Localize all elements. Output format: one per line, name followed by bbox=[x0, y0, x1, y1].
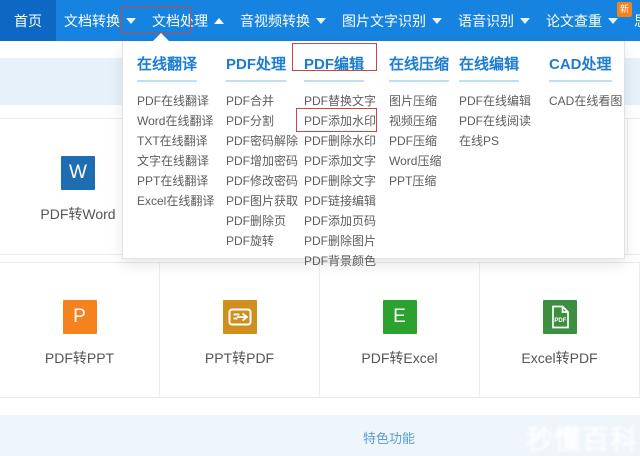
chevron-down-icon bbox=[126, 18, 136, 24]
nav-item-doc-convert[interactable]: 文档转换 bbox=[56, 0, 144, 41]
card-label: Excel转PDF bbox=[521, 348, 597, 368]
menu-item[interactable]: PDF在线翻译 bbox=[137, 91, 226, 111]
doc-process-dropdown-menu: 在线翻译 PDF在线翻译 Word在线翻译 TXT在线翻译 文字在线翻译 PPT… bbox=[122, 41, 625, 259]
ppt-file-icon: P bbox=[63, 300, 97, 334]
nav-item-label: 首页 bbox=[14, 11, 42, 31]
menu-column-online-compress: 在线压缩 图片压缩 视频压缩 PDF压缩 Word压缩 PPT压缩 bbox=[389, 53, 459, 258]
nav-item-label: 音视频转换 bbox=[240, 11, 310, 31]
top-navigation-bar: 首页 文档转换 文档处理 音视频转换 图片文字识别 语音识别 论文查重 新 思维 bbox=[0, 0, 640, 41]
menu-item[interactable]: Word在线翻译 bbox=[137, 111, 226, 131]
menu-column-pdf-edit: PDF编辑 PDF替换文字 PDF添加水印 PDF删除水印 PDF添加文字 PD… bbox=[304, 53, 389, 258]
icon-letter: P bbox=[73, 306, 86, 328]
chevron-down-icon bbox=[316, 18, 326, 24]
menu-item[interactable]: PDF背景颜色 bbox=[304, 251, 389, 271]
chevron-down-icon bbox=[608, 18, 618, 24]
menu-item[interactable]: PDF图片获取 bbox=[226, 191, 304, 211]
menu-item[interactable]: Excel在线翻译 bbox=[137, 191, 226, 211]
menu-column-header: PDF编辑 bbox=[304, 53, 389, 82]
menu-item[interactable]: PDF添加页码 bbox=[304, 211, 389, 231]
menu-item[interactable]: 视频压缩 bbox=[389, 111, 459, 131]
menu-item[interactable]: PDF增加密码 bbox=[226, 151, 304, 171]
menu-column-pdf-process: PDF处理 PDF合并 PDF分割 PDF密码解除 PDF增加密码 PDF修改密… bbox=[226, 53, 304, 258]
menu-item[interactable]: PDF添加文字 bbox=[304, 151, 389, 171]
menu-column-online-translate: 在线翻译 PDF在线翻译 Word在线翻译 TXT在线翻译 文字在线翻译 PPT… bbox=[137, 53, 226, 258]
menu-item[interactable]: PPT在线翻译 bbox=[137, 171, 226, 191]
pdf-doc-icon: PDF bbox=[543, 300, 577, 334]
footer-band bbox=[0, 415, 640, 456]
menu-item[interactable]: PDF合并 bbox=[226, 91, 304, 111]
menu-column-online-edit: 在线编辑 PDF在线编辑 PDF在线阅读 在线PS bbox=[459, 53, 549, 258]
menu-item[interactable]: PDF替换文字 bbox=[304, 91, 389, 111]
nav-item-av-convert[interactable]: 音视频转换 bbox=[232, 0, 334, 41]
menu-item[interactable]: PDF删除页 bbox=[226, 211, 304, 231]
nav-item-paper-check[interactable]: 论文查重 新 bbox=[538, 0, 626, 41]
menu-column-header: 在线压缩 bbox=[389, 53, 459, 82]
card-row-2: P PDF转PPT PPT转PDF E PDF转Excel bbox=[0, 262, 640, 398]
menu-item[interactable]: PDF压缩 bbox=[389, 131, 459, 151]
card-ppt-to-pdf[interactable]: PPT转PDF bbox=[160, 263, 320, 397]
icon-letter: W bbox=[69, 162, 87, 184]
menu-item-pdf-remove-watermark[interactable]: PDF删除水印 bbox=[304, 131, 389, 151]
nav-item-home[interactable]: 首页 bbox=[0, 0, 56, 41]
menu-column-header: 在线编辑 bbox=[459, 53, 549, 82]
page: 首页 文档转换 文档处理 音视频转换 图片文字识别 语音识别 论文查重 新 思维 bbox=[0, 0, 640, 456]
menu-item[interactable]: 在线PS bbox=[459, 131, 549, 151]
menu-item[interactable]: 文字在线翻译 bbox=[137, 151, 226, 171]
export-card-icon bbox=[223, 300, 257, 334]
card-excel-to-pdf[interactable]: PDF Excel转PDF bbox=[480, 263, 640, 397]
card-label: PDF转PPT bbox=[45, 348, 114, 368]
menu-column-header: PDF处理 bbox=[226, 53, 304, 82]
chevron-up-icon bbox=[214, 18, 224, 24]
menu-item[interactable]: PDF删除图片 bbox=[304, 231, 389, 251]
nav-item-label: 图片文字识别 bbox=[342, 11, 426, 31]
card-label: PDF转Excel bbox=[361, 348, 437, 368]
nav-item-mind-map[interactable]: 思维导图 bbox=[626, 0, 640, 41]
menu-item[interactable]: Word压缩 bbox=[389, 151, 459, 171]
menu-item[interactable]: PDF链接编辑 bbox=[304, 191, 389, 211]
menu-item[interactable]: PDF在线阅读 bbox=[459, 111, 549, 131]
menu-column-header: 在线翻译 bbox=[137, 53, 226, 82]
icon-text: PDF bbox=[554, 318, 566, 324]
nav-item-label: 语音识别 bbox=[458, 11, 514, 31]
menu-item[interactable]: PDF分割 bbox=[226, 111, 304, 131]
dropdown-caret-icon bbox=[153, 33, 169, 41]
menu-item[interactable]: 图片压缩 bbox=[389, 91, 459, 111]
menu-column-header: CAD处理 bbox=[549, 53, 629, 82]
card-label: PPT转PDF bbox=[205, 348, 274, 368]
menu-item[interactable]: PDF修改密码 bbox=[226, 171, 304, 191]
menu-item[interactable]: PDF添加水印 bbox=[304, 111, 389, 131]
chevron-down-icon bbox=[432, 18, 442, 24]
card-pdf-to-excel[interactable]: E PDF转Excel bbox=[320, 263, 480, 397]
menu-item[interactable]: PDF旋转 bbox=[226, 231, 304, 251]
menu-item[interactable]: PPT压缩 bbox=[389, 171, 459, 191]
nav-item-label: 文档处理 bbox=[152, 11, 208, 31]
menu-item[interactable]: TXT在线翻译 bbox=[137, 131, 226, 151]
featured-functions-link[interactable]: 特色功能 bbox=[363, 428, 415, 447]
nav-item-speech-recognition[interactable]: 语音识别 bbox=[450, 0, 538, 41]
card-hidden[interactable] bbox=[628, 119, 640, 254]
nav-item-label: 文档转换 bbox=[64, 11, 120, 31]
menu-item[interactable]: PDF在线编辑 bbox=[459, 91, 549, 111]
menu-column-cad-process: CAD处理 CAD在线看图 bbox=[549, 53, 629, 258]
menu-item[interactable]: PDF密码解除 bbox=[226, 131, 304, 151]
nav-item-image-ocr[interactable]: 图片文字识别 bbox=[334, 0, 450, 41]
excel-file-icon: E bbox=[383, 300, 417, 334]
menu-item[interactable]: PDF删除文字 bbox=[304, 171, 389, 191]
nav-item-label: 思维导图 bbox=[634, 11, 640, 31]
nav-item-label: 论文查重 bbox=[546, 11, 602, 31]
menu-item[interactable]: CAD在线看图 bbox=[549, 91, 629, 111]
word-file-icon: W bbox=[61, 156, 95, 190]
card-label: PDF转Word bbox=[40, 204, 115, 224]
icon-letter: E bbox=[393, 306, 406, 328]
chevron-down-icon bbox=[520, 18, 530, 24]
card-pdf-to-ppt[interactable]: P PDF转PPT bbox=[0, 263, 160, 397]
